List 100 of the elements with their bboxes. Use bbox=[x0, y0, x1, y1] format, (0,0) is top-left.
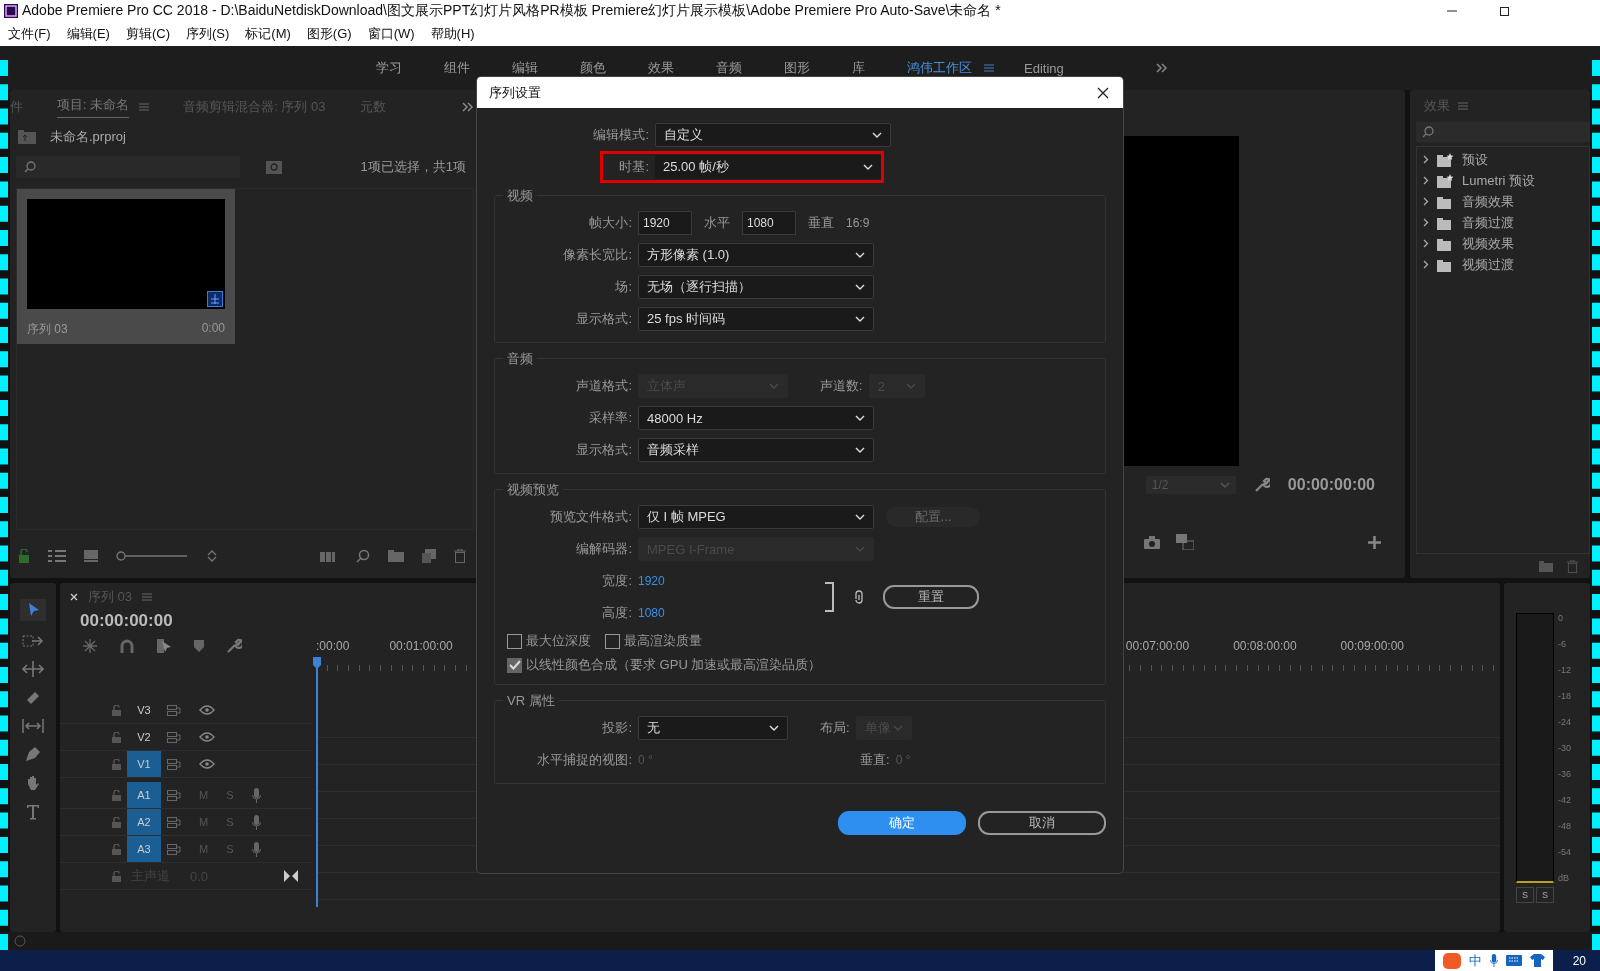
meter-scale-label: dB bbox=[1558, 873, 1570, 883]
effects-folder-item[interactable]: Lumetri 预设 bbox=[1417, 170, 1589, 191]
panel-tab[interactable]: 项目: 未命名 bbox=[57, 96, 130, 118]
workspace-tab[interactable]: 颜色 bbox=[580, 59, 606, 77]
checkbox[interactable]: 最高渲染质量 bbox=[605, 632, 702, 650]
group-title: VR 属性 bbox=[503, 692, 559, 710]
dropdown[interactable]: 方形像素 (1.0) bbox=[638, 243, 874, 267]
field-label: 帧大小: bbox=[588, 214, 632, 232]
ruler-label: 00:01:00:00 bbox=[389, 639, 453, 653]
field-label: 垂直: bbox=[860, 751, 890, 769]
field-label: 像素长宽比: bbox=[562, 246, 632, 264]
menu-item[interactable]: 图形(G) bbox=[306, 25, 352, 43]
menu-item[interactable]: 标记(M) bbox=[245, 25, 291, 43]
field-label: 水平 bbox=[704, 214, 730, 232]
dropdown[interactable]: 音频采样 bbox=[638, 438, 874, 462]
solo-button[interactable]: S bbox=[1516, 887, 1534, 903]
meter-scale-label: -6 bbox=[1558, 639, 1567, 649]
workspace-tab[interactable]: 图形 bbox=[784, 59, 810, 77]
timecode: 00:00:00:00 bbox=[79, 611, 174, 631]
width-value[interactable]: 1920 bbox=[638, 574, 665, 588]
workspace-tab[interactable]: 效果 bbox=[648, 59, 674, 77]
effects-folder-item[interactable]: 音频效果 bbox=[1417, 191, 1589, 212]
checkbox[interactable]: 最大位深度 bbox=[507, 632, 591, 650]
height-input[interactable]: 1080 bbox=[742, 211, 796, 235]
track-target[interactable]: A3 bbox=[127, 836, 161, 862]
field-label: 场: bbox=[614, 278, 632, 296]
checkbox[interactable]: 以线性颜色合成（要求 GPU 加速或最高渲染品质） bbox=[507, 656, 822, 674]
field-label: 高度: bbox=[601, 604, 632, 622]
effects-folder-item[interactable]: 视频过渡 bbox=[1417, 254, 1589, 275]
aspect-ratio: 16:9 bbox=[846, 216, 870, 230]
workspace-tab[interactable]: 库 bbox=[852, 59, 865, 77]
ok-button[interactable]: 确定 bbox=[838, 811, 966, 835]
window-title: Adobe Premiere Pro CC 2018 - D:\BaiduNetdiskDownload\图文展示PPT幻灯片风格PR模板 Premiere幻灯片展示模板\Adobe Premiere Pro Auto-Save\未命名 * bbox=[22, 2, 1001, 20]
field-label: 垂直 bbox=[808, 214, 834, 232]
field-label: 采样率: bbox=[588, 409, 632, 427]
field-label: 投影: bbox=[601, 719, 632, 737]
field-label: 声道数: bbox=[820, 377, 863, 395]
effects-folder-item[interactable]: 预设 bbox=[1417, 149, 1589, 170]
ime-mode[interactable]: 中 bbox=[1468, 951, 1482, 970]
dropdown[interactable]: 无场（逐行扫描） bbox=[638, 275, 874, 299]
workspace-tab[interactable]: 鸿伟工作区 bbox=[907, 59, 972, 77]
workspace-tab[interactable]: 学习 bbox=[376, 59, 402, 77]
field-label: 编辑模式: bbox=[592, 126, 649, 144]
field-label: 布局: bbox=[820, 719, 850, 737]
ruler-label: :00:00 bbox=[316, 639, 350, 653]
menu-item[interactable]: 编辑(E) bbox=[66, 25, 110, 43]
field-label: 声道格式: bbox=[575, 377, 632, 395]
meter-scale-label: -54 bbox=[1558, 847, 1571, 857]
meter-scale-label: -36 bbox=[1558, 769, 1571, 779]
height-value[interactable]: 1080 bbox=[638, 606, 665, 620]
clock: 20 bbox=[1572, 953, 1586, 968]
ruler-label: 00:07:00:00 bbox=[1125, 639, 1190, 653]
dropdown[interactable]: 自定义 bbox=[655, 123, 891, 147]
menu-item[interactable]: 序列(S) bbox=[186, 25, 230, 43]
meter-scale-label: -12 bbox=[1558, 665, 1571, 675]
field-label: 水平捕捉的视图: bbox=[536, 751, 632, 769]
workspace-tab[interactable]: 编辑 bbox=[512, 59, 538, 77]
sequence-thumbnail[interactable]: 序列 03 0:00 bbox=[17, 189, 235, 344]
dropdown[interactable]: 无 bbox=[638, 716, 788, 740]
group-title: 视频预览 bbox=[503, 481, 563, 499]
menu-item[interactable]: 窗口(W) bbox=[367, 25, 415, 43]
reset-button[interactable]: 重置 bbox=[883, 585, 979, 609]
meter-scale-label: -24 bbox=[1558, 717, 1571, 727]
meter-scale-label: -42 bbox=[1558, 795, 1571, 805]
workspace-tab[interactable]: Editing bbox=[1024, 60, 1064, 76]
track-target[interactable]: V1 bbox=[127, 751, 161, 777]
width-input[interactable]: 1920 bbox=[638, 211, 692, 235]
track-target[interactable]: A1 bbox=[127, 782, 161, 808]
group-title: 音频 bbox=[503, 350, 537, 368]
field-label: 显示格式: bbox=[575, 310, 632, 328]
meter-scale-label: -30 bbox=[1558, 743, 1571, 753]
effects-folder-item[interactable]: 视频效果 bbox=[1417, 233, 1589, 254]
selection-count: 1项已选择，共1项 bbox=[360, 158, 466, 176]
group-title: 视频 bbox=[503, 187, 537, 205]
field-label: 宽度: bbox=[601, 572, 632, 590]
workspace-tab[interactable]: 音频 bbox=[716, 59, 742, 77]
ruler-label: 00:09:00:00 bbox=[1340, 639, 1404, 653]
field-label: 预览文件格式: bbox=[549, 508, 632, 526]
solo-button[interactable]: S bbox=[1536, 887, 1554, 903]
field-label: 显示格式: bbox=[575, 441, 632, 459]
dropdown[interactable]: 25 fps 时间码 bbox=[638, 307, 874, 331]
track-target[interactable]: V3 bbox=[127, 697, 161, 723]
dialog-title: 序列设置 bbox=[489, 83, 541, 102]
track-target[interactable]: A2 bbox=[127, 809, 161, 835]
dropdown[interactable]: 25.00 帧/秒 bbox=[655, 155, 881, 179]
cancel-button[interactable]: 取消 bbox=[978, 811, 1106, 835]
menu-item[interactable]: 文件(F) bbox=[8, 25, 51, 43]
track-target[interactable]: V2 bbox=[127, 724, 161, 750]
meter-scale-label: 0 bbox=[1558, 613, 1564, 623]
dropdown[interactable]: 仅 I 帧 MPEG bbox=[638, 505, 874, 529]
workspace-tab[interactable]: 组件 bbox=[444, 59, 470, 77]
meter-scale-label: -48 bbox=[1558, 821, 1571, 831]
sequence-duration: 0:00 bbox=[201, 321, 225, 337]
meter-scale-label: -18 bbox=[1558, 691, 1571, 701]
menu-item[interactable]: 剪辑(C) bbox=[125, 25, 170, 43]
ruler-label: 00:08:00:00 bbox=[1233, 639, 1297, 653]
dropdown[interactable]: 48000 Hz bbox=[638, 406, 874, 430]
menu-item[interactable]: 帮助(H) bbox=[430, 25, 475, 43]
effects-folder-item[interactable]: 音频过渡 bbox=[1417, 212, 1589, 233]
project-file-name: 未命名.prproj bbox=[50, 128, 126, 146]
